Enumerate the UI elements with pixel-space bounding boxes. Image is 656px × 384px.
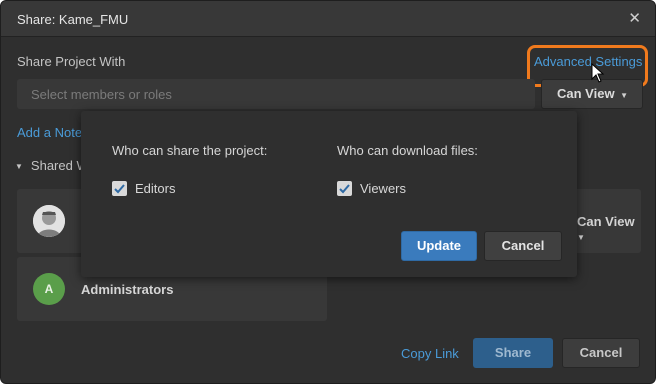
checkmark-icon — [114, 184, 125, 194]
share-button[interactable]: Share — [473, 338, 553, 368]
viewers-checkbox[interactable] — [337, 181, 352, 196]
collapse-triangle-icon: ▼ — [15, 162, 23, 171]
viewers-label: Viewers — [360, 181, 407, 196]
copy-link-button[interactable]: Copy Link — [401, 346, 459, 361]
permission-dropdown-value: Can View — [557, 86, 615, 101]
add-note-link[interactable]: Add a Note — [17, 125, 82, 140]
member-role-dropdown[interactable]: Can View ▼ — [577, 214, 641, 244]
popover-cancel-button[interactable]: Cancel — [484, 231, 562, 261]
avatar: A — [33, 273, 65, 305]
viewers-option: Viewers — [337, 181, 406, 196]
cancel-button[interactable]: Cancel — [562, 338, 640, 368]
member-name: Administrators — [81, 282, 174, 297]
permission-dropdown[interactable]: Can View ▼ — [541, 79, 643, 109]
members-search-input[interactable] — [17, 79, 535, 109]
checkmark-icon — [339, 184, 350, 194]
advanced-settings-popover: Who can share the project: Who can downl… — [81, 111, 577, 277]
chevron-down-icon: ▼ — [620, 91, 628, 100]
editors-checkbox[interactable] — [112, 181, 127, 196]
editors-label: Editors — [135, 181, 176, 196]
chevron-down-icon: ▼ — [577, 233, 585, 242]
update-button[interactable]: Update — [401, 231, 477, 261]
share-permission-heading: Who can share the project: — [112, 143, 268, 158]
share-with-label: Share Project With — [17, 54, 126, 69]
dialog-title: Share: Kame_FMU — [17, 12, 129, 27]
mouse-pointer-icon — [591, 63, 605, 83]
user-avatar — [33, 205, 65, 237]
close-icon[interactable]: ✕ — [628, 9, 641, 27]
dialog-titlebar: Share: Kame_FMU ✕ — [1, 1, 655, 37]
editors-option: Editors — [112, 181, 175, 196]
share-dialog: Share: Kame_FMU ✕ Share Project With Adv… — [0, 0, 656, 384]
download-permission-heading: Who can download files: — [337, 143, 478, 158]
user-photo-icon — [33, 205, 65, 237]
